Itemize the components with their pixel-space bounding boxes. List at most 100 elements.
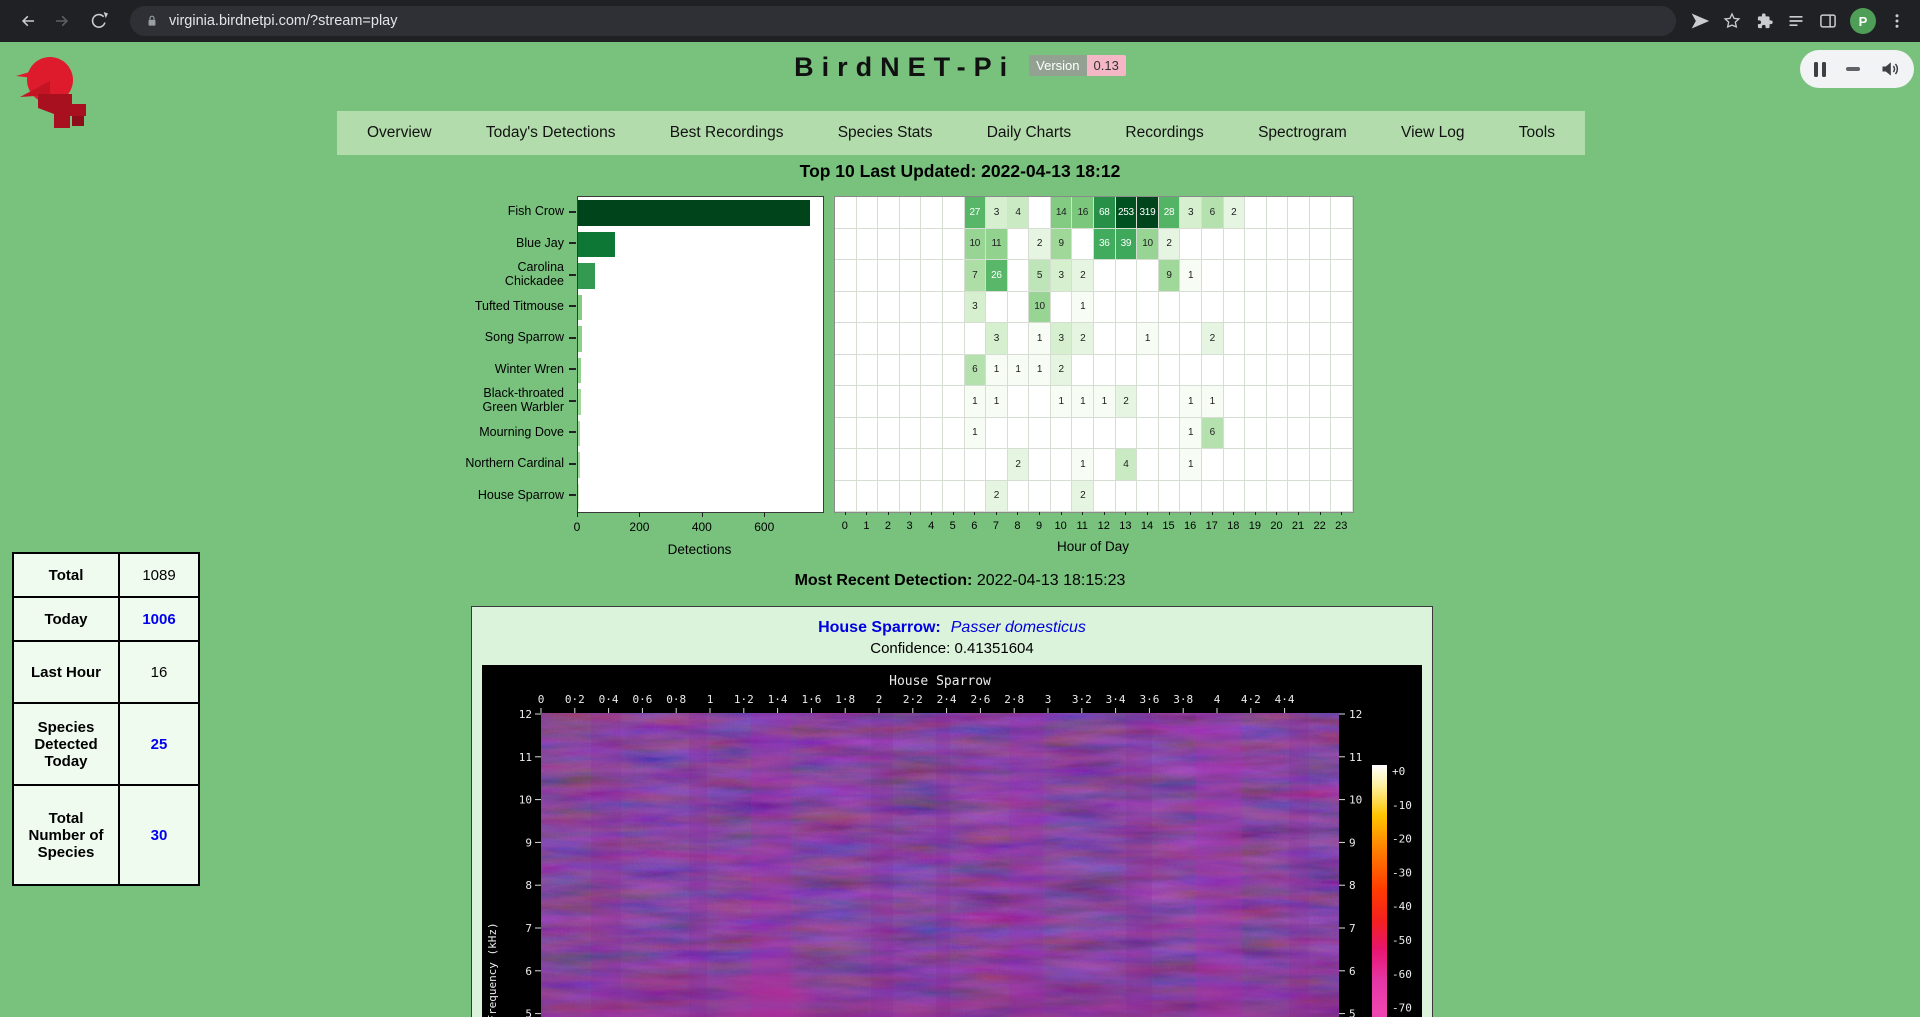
stat-value-link[interactable]: 30 (119, 785, 199, 885)
heatmap-cell (1267, 418, 1289, 450)
back-icon[interactable] (10, 4, 44, 38)
reload-icon[interactable] (82, 4, 116, 38)
spec-xtick-label: 2·6 (970, 693, 990, 706)
heatmap-cell (986, 449, 1008, 481)
hour-tick-label: 5 (950, 520, 956, 532)
heatmap-cell (835, 386, 857, 418)
heatmap-cell (857, 323, 879, 355)
pause-icon[interactable] (1814, 62, 1826, 77)
nav-item-tools[interactable]: Tools (1519, 124, 1555, 142)
x-tick-label: 600 (754, 520, 774, 534)
hour-tick (1233, 512, 1234, 515)
hour-tick (1276, 512, 1277, 515)
heatmap-cell (1008, 323, 1030, 355)
spec-xtick-label: 1·2 (734, 693, 754, 706)
send-icon[interactable] (1690, 11, 1710, 31)
heatmap-cell (1008, 418, 1030, 450)
spec-ytick-label: 12 (519, 708, 532, 721)
extensions-icon[interactable] (1754, 11, 1774, 31)
heatmap-cell (943, 386, 965, 418)
bookmark-star-icon[interactable] (1722, 11, 1742, 31)
heatmap-cell: 3 (986, 197, 1008, 229)
heatmap-cell (1008, 481, 1030, 513)
heatmap-cell (857, 449, 879, 481)
stat-value-link[interactable]: 1006 (119, 597, 199, 641)
heatmap-cell (1288, 260, 1310, 292)
hour-tick-label: 0 (842, 520, 848, 532)
species-label: Fish Crow (460, 196, 564, 228)
spec-ytick-label: 7 (525, 922, 532, 935)
heatmap-cell (1137, 481, 1159, 513)
heatmap-cell: 1 (986, 355, 1008, 387)
address-bar[interactable]: virginia.birdnetpi.com/?stream=play (130, 6, 1676, 36)
heatmap-cell (1051, 449, 1073, 481)
heatmap-cell (857, 386, 879, 418)
hour-tick (1190, 512, 1191, 515)
heatmap-cell: 27 (965, 197, 987, 229)
heatmap-cell (1310, 386, 1332, 418)
spec-xtick-label: 0 (538, 693, 545, 706)
heatmap-cell (1245, 260, 1267, 292)
heatmap-cell (1202, 292, 1224, 324)
heatmap-cell: 3 (1051, 323, 1073, 355)
heatmap-cell (921, 449, 943, 481)
spec-xtick-label: 1·6 (801, 693, 821, 706)
spec-ytick-label: 5 (525, 1008, 532, 1017)
heatmap-cell (943, 229, 965, 261)
detections-bar (578, 326, 582, 352)
scientific-name: Passer domesticus (951, 619, 1086, 636)
volume-icon[interactable] (1880, 59, 1900, 79)
spec-ytick-label: 5 (1349, 1008, 1356, 1017)
hour-tick-label: 11 (1076, 520, 1087, 532)
detections-bar (578, 200, 810, 226)
heatmap-cell: 2 (1029, 229, 1051, 261)
stat-label: Today (13, 597, 119, 641)
nav-item-recordings[interactable]: Recordings (1125, 124, 1203, 142)
nav-item-spectrogram[interactable]: Spectrogram (1258, 124, 1347, 142)
hour-tick (1039, 512, 1040, 515)
screen: virginia.birdnetpi.com/?stream=play P Bi… (0, 0, 1920, 1017)
hour-tick-label: 9 (1036, 520, 1042, 532)
heatmap-cell: 5 (1029, 260, 1051, 292)
heatmap-cell: 3 (986, 323, 1008, 355)
heatmap-cell (1310, 481, 1332, 513)
heatmap-cell (1202, 481, 1224, 513)
nav-item-best-recordings[interactable]: Best Recordings (670, 124, 784, 142)
nav-item-daily-charts[interactable]: Daily Charts (987, 124, 1071, 142)
hour-tick (866, 512, 867, 515)
heatmap-cell (943, 449, 965, 481)
recent-label: Most Recent Detection: (795, 572, 973, 589)
nav-item-view-log[interactable]: View Log (1401, 124, 1464, 142)
menu-dots-icon[interactable] (1888, 12, 1906, 30)
hour-tick (1298, 512, 1299, 515)
bar-plot-area (577, 196, 824, 513)
spectrogram-plot (541, 713, 1339, 1017)
forward-icon[interactable] (46, 4, 80, 38)
species-label: Mourning Dove (460, 417, 564, 449)
heatmap-cell: 6 (1202, 418, 1224, 450)
heatmap-cell (1094, 481, 1116, 513)
heatmap-cell (1310, 449, 1332, 481)
seek-bar[interactable] (1846, 67, 1860, 71)
detection-panel: House Sparrow:Passer domesticus Confiden… (471, 606, 1433, 1017)
nav-item-overview[interactable]: Overview (367, 124, 432, 142)
spectrogram-image: House Sparrow Frequency (kHz) 00·20·40·6… (482, 665, 1422, 1017)
hour-tick-label: 12 (1098, 520, 1110, 532)
heatmap-cell (1159, 481, 1181, 513)
reading-list-icon[interactable] (1786, 11, 1806, 31)
heatmap-cell (1288, 292, 1310, 324)
nav-item-species-stats[interactable]: Species Stats (838, 124, 933, 142)
hour-tick-label: 4 (928, 520, 934, 532)
nav-item-today-s-detections[interactable]: Today's Detections (486, 124, 616, 142)
heatmap-cell (1245, 292, 1267, 324)
heatmap-cell (921, 418, 943, 450)
stat-value-link[interactable]: 25 (119, 703, 199, 785)
spec-xtick-label: 2·4 (937, 693, 957, 706)
side-panel-icon[interactable] (1818, 11, 1838, 31)
profile-avatar[interactable]: P (1850, 8, 1876, 34)
spec-xtick-label: 0·6 (632, 693, 652, 706)
hour-tick-label: 2 (885, 520, 891, 532)
heatmap-cell (1180, 481, 1202, 513)
heatmap-cell (878, 323, 900, 355)
heatmap-cell (1310, 260, 1332, 292)
